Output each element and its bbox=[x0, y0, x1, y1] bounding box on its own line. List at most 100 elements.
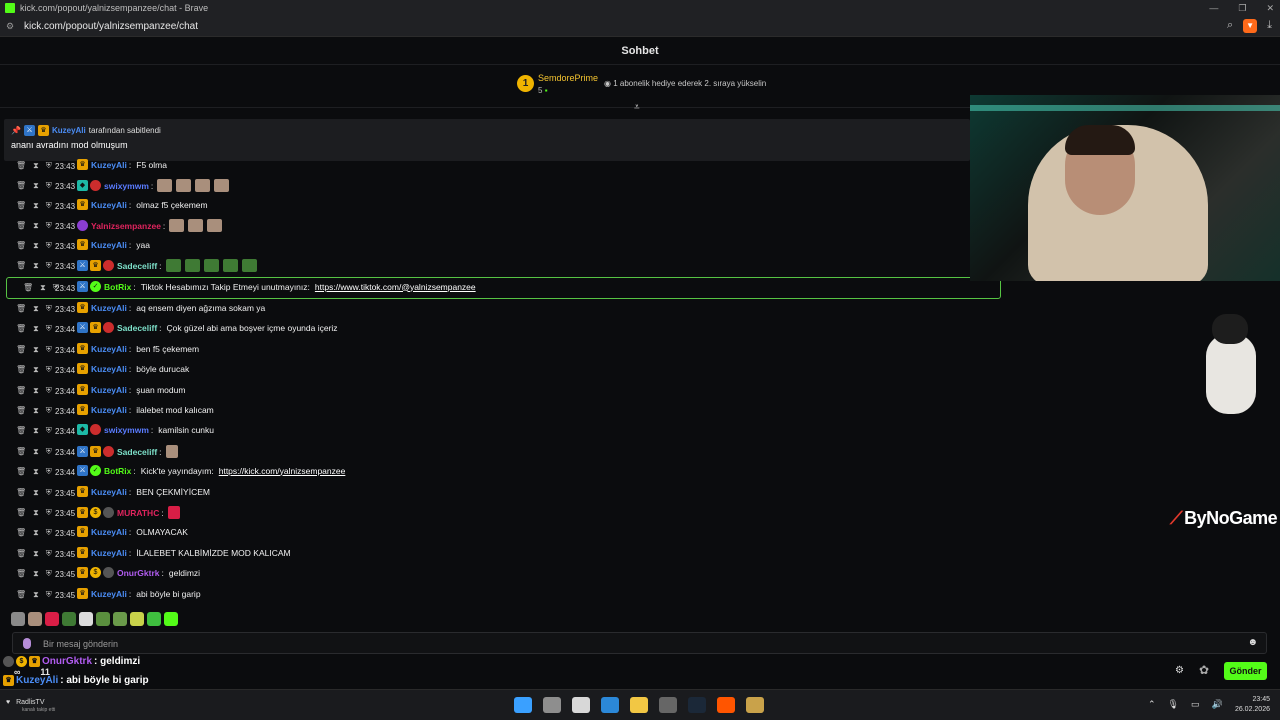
message-username[interactable]: KuzeyAli bbox=[91, 344, 127, 354]
collapse-arrow-icon[interactable]: ⩡ bbox=[634, 102, 640, 113]
message-username[interactable]: KuzeyAli bbox=[91, 385, 127, 395]
timeout-icon[interactable]: ⧗ bbox=[33, 161, 39, 171]
timeout-icon[interactable]: ⧗ bbox=[33, 508, 39, 518]
emote-icon[interactable] bbox=[45, 612, 59, 626]
delete-icon[interactable]: 🗑 bbox=[16, 447, 26, 457]
timeout-icon[interactable]: ⧗ bbox=[33, 181, 39, 191]
emote-icon[interactable] bbox=[147, 612, 161, 626]
url-text[interactable]: kick.com/popout/yalnizsempanzee/chat bbox=[24, 21, 198, 32]
delete-icon[interactable]: 🗑 bbox=[16, 406, 26, 416]
timeout-icon[interactable]: ⧗ bbox=[33, 261, 39, 271]
delete-icon[interactable]: 🗑 bbox=[16, 161, 26, 171]
steam-icon[interactable] bbox=[688, 697, 706, 713]
emote-icon[interactable] bbox=[130, 612, 144, 626]
brave-shields-icon[interactable]: ▼ bbox=[1243, 19, 1258, 33]
delete-icon[interactable]: 🗑 bbox=[16, 426, 26, 436]
kicks-icon[interactable]: ✿ bbox=[1199, 663, 1209, 677]
timeout-icon[interactable]: ⧗ bbox=[33, 426, 39, 436]
delete-icon[interactable]: 🗑 bbox=[16, 261, 26, 271]
delete-icon[interactable]: 🗑 bbox=[16, 549, 26, 559]
message-username[interactable]: Sadeceliff bbox=[117, 323, 157, 333]
display-icon[interactable]: ▭ bbox=[1191, 699, 1200, 710]
volume-icon[interactable]: 🔊 bbox=[1212, 699, 1223, 710]
ban-icon[interactable]: ⛨ bbox=[46, 549, 52, 559]
message-username[interactable]: Sadeceliff bbox=[117, 261, 157, 271]
photos-icon[interactable] bbox=[601, 697, 619, 713]
ban-icon[interactable]: ⛨ bbox=[46, 161, 52, 171]
emote-icon[interactable] bbox=[96, 612, 110, 626]
delete-icon[interactable]: 🗑 bbox=[16, 386, 26, 396]
ban-icon[interactable]: ⛨ bbox=[46, 386, 52, 396]
message-username[interactable]: MURATHC bbox=[117, 508, 159, 518]
send-button[interactable]: Gönder bbox=[1224, 662, 1267, 680]
message-username[interactable]: BotRix bbox=[104, 466, 131, 476]
ban-icon[interactable]: ⛨ bbox=[46, 221, 52, 231]
ban-icon[interactable]: ⛨ bbox=[46, 261, 52, 271]
message-username[interactable]: Sadeceliff bbox=[117, 447, 157, 457]
ban-icon[interactable]: ⛨ bbox=[46, 324, 52, 334]
system-clock[interactable]: 23:45 26.02.2026 bbox=[1228, 695, 1270, 715]
top-gifter-username[interactable]: SemdorePrime bbox=[538, 73, 598, 83]
ban-icon[interactable]: ⛨ bbox=[46, 508, 52, 518]
emote-icon[interactable] bbox=[164, 612, 178, 626]
ban-icon[interactable]: ⛨ bbox=[46, 426, 52, 436]
emote-icon[interactable] bbox=[11, 612, 25, 626]
delete-icon[interactable]: 🗑 bbox=[16, 324, 26, 334]
message-username[interactable]: KuzeyAli bbox=[91, 527, 127, 537]
delete-icon[interactable]: 🗑 bbox=[16, 528, 26, 538]
timeout-icon[interactable]: ⧗ bbox=[33, 345, 39, 355]
task-view-icon[interactable] bbox=[543, 697, 561, 713]
emote-icon[interactable] bbox=[113, 612, 127, 626]
timeout-icon[interactable]: ⧗ bbox=[33, 201, 39, 211]
timeout-icon[interactable]: ⧗ bbox=[33, 365, 39, 375]
brave-icon[interactable] bbox=[717, 697, 735, 713]
message-username[interactable]: KuzeyAli bbox=[91, 240, 127, 250]
timeout-icon[interactable]: ⧗ bbox=[40, 283, 46, 293]
message-username[interactable]: KuzeyAli bbox=[91, 405, 127, 415]
chat-input[interactable] bbox=[43, 636, 1223, 651]
timeout-icon[interactable]: ⧗ bbox=[33, 304, 39, 314]
media-app-icon[interactable] bbox=[746, 697, 764, 713]
file-explorer-icon[interactable] bbox=[630, 697, 648, 713]
ban-icon[interactable]: ⛨ bbox=[46, 488, 52, 498]
message-username[interactable]: KuzeyAli bbox=[91, 200, 127, 210]
gear-icon[interactable]: ⚙ bbox=[1175, 665, 1184, 676]
zoom-icon[interactable]: ⌕ bbox=[1227, 19, 1233, 33]
chevron-up-icon[interactable]: ⌃ bbox=[1148, 699, 1156, 710]
message-username[interactable]: OnurGktrk bbox=[117, 568, 160, 578]
ban-icon[interactable]: ⛨ bbox=[46, 345, 52, 355]
windows-start-icon[interactable] bbox=[514, 697, 532, 713]
emoji-icon[interactable]: ☻ bbox=[1247, 637, 1258, 648]
chat-input-box[interactable]: ☻ bbox=[12, 632, 1267, 654]
site-info-icon[interactable]: ⚙ bbox=[6, 21, 18, 32]
delete-icon[interactable]: 🗑 bbox=[16, 569, 26, 579]
timeout-icon[interactable]: ⧗ bbox=[33, 590, 39, 600]
ban-icon[interactable]: ⛨ bbox=[46, 181, 52, 191]
close-button[interactable]: ✕ bbox=[1266, 0, 1274, 16]
timeout-icon[interactable]: ⧗ bbox=[33, 241, 39, 251]
delete-icon[interactable]: 🗑 bbox=[16, 304, 26, 314]
delete-icon[interactable]: 🗑 bbox=[16, 467, 26, 477]
timeout-icon[interactable]: ⧗ bbox=[33, 406, 39, 416]
timeout-icon[interactable]: ⧗ bbox=[33, 528, 39, 538]
timeout-icon[interactable]: ⧗ bbox=[33, 221, 39, 231]
download-icon[interactable]: ⤓ bbox=[1267, 19, 1272, 33]
timeout-icon[interactable]: ⧗ bbox=[33, 386, 39, 396]
message-username[interactable]: KuzeyAli bbox=[91, 487, 127, 497]
delete-icon[interactable]: 🗑 bbox=[16, 345, 26, 355]
timeout-icon[interactable]: ⧗ bbox=[33, 447, 39, 457]
app-icon[interactable] bbox=[659, 697, 677, 713]
microphone-icon[interactable]: 🎙 bbox=[1168, 699, 1179, 710]
message-username[interactable]: KuzeyAli bbox=[91, 548, 127, 558]
ban-icon[interactable]: ⛨ bbox=[46, 406, 52, 416]
message-link[interactable]: https://kick.com/yalnizsempanzee bbox=[219, 466, 346, 476]
timeout-icon[interactable]: ⧗ bbox=[33, 569, 39, 579]
timeout-icon[interactable]: ⧗ bbox=[33, 324, 39, 334]
ban-icon[interactable]: ⛨ bbox=[46, 590, 52, 600]
delete-icon[interactable]: 🗑 bbox=[16, 590, 26, 600]
delete-icon[interactable]: 🗑 bbox=[23, 283, 33, 293]
delete-icon[interactable]: 🗑 bbox=[16, 488, 26, 498]
emote-icon[interactable] bbox=[28, 612, 42, 626]
emote-icon[interactable] bbox=[62, 612, 76, 626]
ban-icon[interactable]: ⛨ bbox=[46, 304, 52, 314]
